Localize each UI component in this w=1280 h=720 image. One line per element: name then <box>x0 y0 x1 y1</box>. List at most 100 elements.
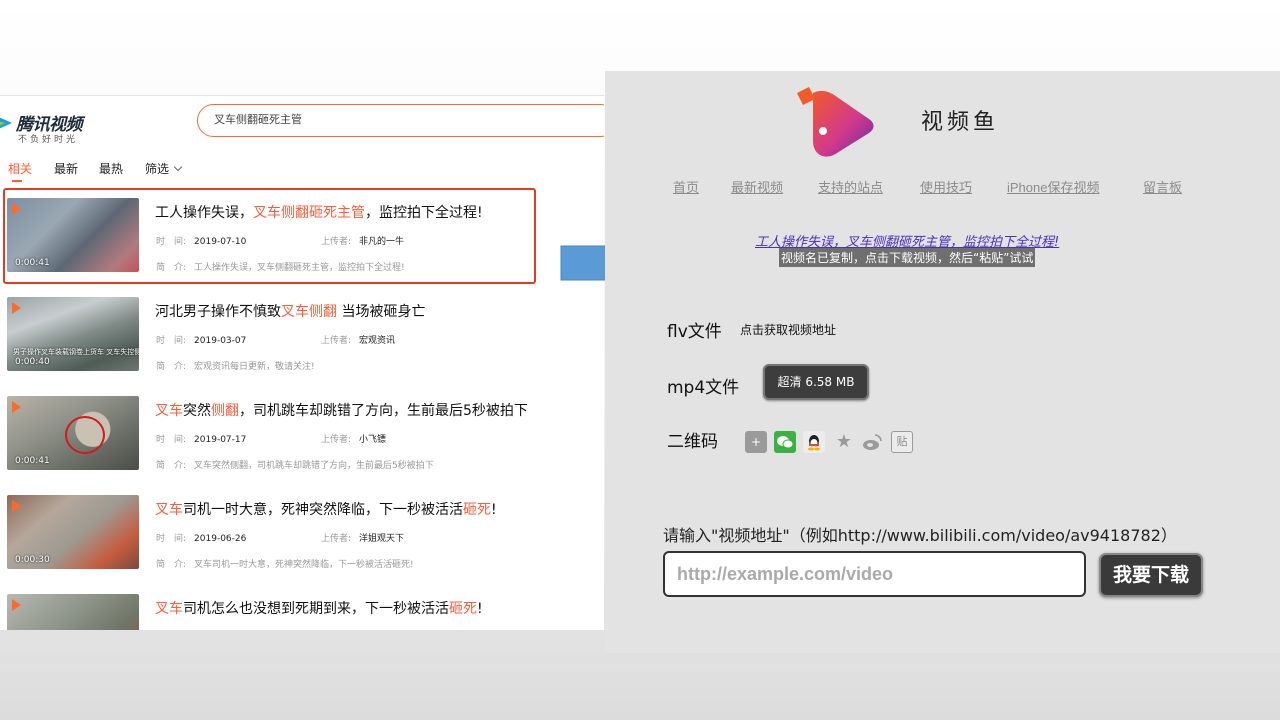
nav-tips[interactable]: 使用技巧 <box>920 177 972 196</box>
title-keyword: 叉车 <box>155 403 183 419</box>
result-title[interactable]: 叉车司机怎么也没想到死期到来，下一秒被活活砸死! <box>155 598 483 618</box>
result-item[interactable]: 叉车司机怎么也没想到死期到来，下一秒被活活砸死! <box>0 588 604 630</box>
uploader-name[interactable]: 宏观资讯 <box>359 336 395 346</box>
video-fish-logo-icon[interactable] <box>795 81 881 159</box>
meta-label: 上传者: <box>321 435 352 445</box>
meta-label: 上传者: <box>321 237 352 247</box>
tab-filter[interactable]: 筛选 <box>145 160 183 177</box>
video-duration: 0:00:30 <box>15 555 50 565</box>
highlight-circle <box>65 416 105 454</box>
chevron-down-icon <box>173 162 183 172</box>
title-text: 突然 <box>183 403 211 419</box>
meta-label: 时 间: <box>156 336 187 346</box>
nav-supported-sites[interactable]: 支持的站点 <box>818 177 883 196</box>
meta-label: 时 间: <box>156 534 187 544</box>
tieba-icon[interactable]: 贴 <box>891 431 913 453</box>
description-text: 叉车突然侧翻，司机跳车却跳错了方向，生前最后5秒被拍下 <box>194 461 434 471</box>
title-keyword: 叉车 <box>155 502 183 518</box>
meta-label: 时 间: <box>156 237 187 247</box>
video-url-input[interactable] <box>663 551 1086 597</box>
title-keyword: 叉车 <box>155 601 183 617</box>
result-item[interactable]: 0:00:30 叉车司机一时大意，死神突然降临，下一秒被活活砸死! 时 间: 20… <box>0 489 604 581</box>
tab-latest[interactable]: 最新 <box>54 160 78 177</box>
result-item[interactable]: 0:00:41 叉车突然侧翻，司机跳车却跳错了方向，生前最后5秒被拍下 时 间:… <box>0 390 604 482</box>
tencent-video-panel: 腾讯视频 不负好时光 叉车侧翻砸死主管 相关 最新 最热 筛选 0:00:41 … <box>0 95 604 630</box>
nav-home[interactable]: 首页 <box>673 177 699 196</box>
wechat-icon[interactable] <box>774 431 796 453</box>
description-text: 叉车司机一时大意，死神突然降临，下一秒被活活砸死! <box>194 560 414 570</box>
video-thumbnail[interactable]: 0:00:30 <box>7 495 139 569</box>
qq-icon[interactable] <box>803 431 825 453</box>
nav-iphone-save[interactable]: iPhone保存视频 <box>1007 177 1099 196</box>
description-text: 工人操作失误，叉车侧翻砸死主管，监控拍下全过程! <box>194 263 405 273</box>
result-title[interactable]: 工人操作失误，叉车侧翻砸死主管，监控拍下全过程! <box>155 202 483 222</box>
tencent-video-logo[interactable]: 腾讯视频 不负好时光 <box>0 108 100 145</box>
active-tab-indicator <box>12 180 22 182</box>
play-icon <box>12 401 21 413</box>
title-text: ，司机跳车却跳错了方向，生前最后5秒被拍下 <box>239 403 528 419</box>
mp4-download-button[interactable]: 超清 6.58 MB <box>763 364 869 400</box>
video-duration: 0:00:40 <box>15 357 50 367</box>
uploader: 上传者: 宏观资讯 <box>321 333 395 346</box>
mp4-label: mp4文件 <box>667 378 740 398</box>
title-text: ! <box>477 601 483 617</box>
nav-message-board[interactable]: 留言板 <box>1143 177 1182 196</box>
download-button[interactable]: 我要下载 <box>1099 553 1203 597</box>
date-value: 2019-06-26 <box>194 534 247 544</box>
date-value: 2019-07-10 <box>194 237 247 247</box>
video-thumbnail[interactable]: 男子操作叉车装载钢卷上货车 叉车失控侧翻 0:00:40 <box>7 297 139 371</box>
tab-hottest[interactable]: 最热 <box>99 160 123 177</box>
search-input[interactable]: 叉车侧翻砸死主管 <box>197 104 604 137</box>
site-title: 视频鱼 <box>921 110 1000 135</box>
main-nav: 首页 最新视频 支持的站点 使用技巧 iPhone保存视频 留言板 <box>605 177 1280 197</box>
star-icon[interactable]: ★ <box>833 431 855 453</box>
title-text: 河北男子操作不慎致 <box>155 304 281 320</box>
upload-date: 时 间: 2019-07-17 <box>156 432 246 445</box>
tab-related[interactable]: 相关 <box>8 160 32 177</box>
flv-label: flv文件 <box>667 322 722 342</box>
meta-label: 简 介: <box>156 263 187 273</box>
play-icon <box>12 302 21 314</box>
tencent-video-logo-icon <box>0 117 12 129</box>
meta-label: 上传者: <box>321 336 352 346</box>
result-item[interactable]: 0:00:41 工人操作失误，叉车侧翻砸死主管，监控拍下全过程! 时 间: 201… <box>0 188 604 284</box>
upload-date: 时 间: 2019-07-10 <box>156 234 246 247</box>
upload-date: 时 间: 2019-03-07 <box>156 333 246 346</box>
get-flv-link[interactable]: 点击获取视频地址 <box>740 321 836 338</box>
uploader: 上传者: 小飞镖 <box>321 432 386 445</box>
result-description: 简 介: 工人操作失误，叉车侧翻砸死主管，监控拍下全过程! <box>156 260 405 273</box>
title-keyword: 砸死 <box>463 502 491 518</box>
plus-icon[interactable]: + <box>745 431 767 453</box>
weibo-icon[interactable] <box>861 431 883 453</box>
left-header: 腾讯视频 不负好时光 叉车侧翻砸死主管 <box>0 96 604 152</box>
video-thumbnail[interactable] <box>7 594 139 630</box>
uploader-name[interactable]: 小飞镖 <box>359 435 386 445</box>
uploader-name[interactable]: 洋姐观天下 <box>359 534 404 544</box>
uploader-name[interactable]: 非凡的一牛 <box>359 237 404 247</box>
date-value: 2019-07-17 <box>194 435 247 445</box>
share-icons: + ★ 贴 <box>745 431 925 455</box>
video-thumbnail[interactable]: 0:00:41 <box>7 396 139 470</box>
thumbnail-caption: 男子操作叉车装载钢卷上货车 叉车失控侧翻 <box>13 348 139 356</box>
date-value: 2019-03-07 <box>194 336 247 346</box>
result-title[interactable]: 河北男子操作不慎致叉车侧翻 当场被砸身亡 <box>155 301 425 321</box>
video-fish-panel: 视频鱼 首页 最新视频 支持的站点 使用技巧 iPhone保存视频 留言板 工人… <box>605 71 1280 653</box>
title-text: 工人操作失误， <box>155 205 253 221</box>
video-duration: 0:00:41 <box>15 456 50 466</box>
video-thumbnail[interactable]: 0:00:41 <box>7 198 139 272</box>
upload-date: 时 间: 2019-06-26 <box>156 531 246 544</box>
title-text: ! <box>491 502 497 518</box>
uploader: 上传者: 洋姐观天下 <box>321 531 404 544</box>
title-text: 司机怎么也没想到死期到来，下一秒被活活 <box>183 601 449 617</box>
title-text: 当场被砸身亡 <box>337 304 426 320</box>
result-title[interactable]: 叉车突然侧翻，司机跳车却跳错了方向，生前最后5秒被拍下 <box>155 400 528 420</box>
result-item[interactable]: 男子操作叉车装载钢卷上货车 叉车失控侧翻 0:00:40 河北男子操作不慎致叉车… <box>0 291 604 383</box>
title-text: 司机一时大意，死神突然降临，下一秒被活活 <box>183 502 463 518</box>
title-text: ，监控拍下全过程! <box>365 205 483 221</box>
meta-label: 时 间: <box>156 435 187 445</box>
result-title[interactable]: 叉车司机一时大意，死神突然降临，下一秒被活活砸死! <box>155 499 497 519</box>
meta-label: 上传者: <box>321 534 352 544</box>
title-keyword: 叉车侧翻砸死主管 <box>253 205 365 221</box>
play-icon <box>12 599 21 611</box>
nav-latest-videos[interactable]: 最新视频 <box>731 177 783 196</box>
